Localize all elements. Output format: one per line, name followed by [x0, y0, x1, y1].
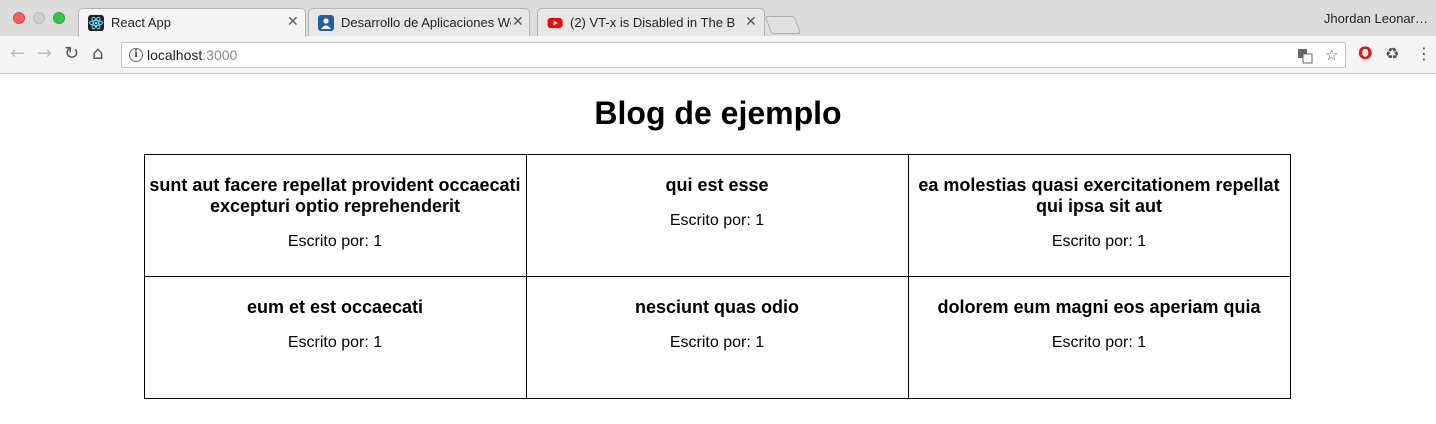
tab-react-app[interactable]: React App ✕: [78, 8, 306, 37]
opera-icon[interactable]: O: [1358, 45, 1372, 63]
recycle-icon[interactable]: ♻: [1385, 45, 1399, 63]
react-icon: [88, 15, 104, 31]
post-title: dolorem eum magni eos aperiam quia: [937, 296, 1261, 317]
post-author: Escrito por: 1: [1051, 333, 1147, 351]
post-author: Escrito por: 1: [669, 211, 765, 229]
post-card: qui est esse Escrito por: 1: [525, 153, 909, 277]
close-tab-icon[interactable]: ✕: [745, 14, 757, 30]
url-host: localhost: [147, 47, 203, 63]
close-window-button[interactable]: [13, 12, 25, 24]
post-card: sunt aut facere repellat provident occae…: [143, 153, 527, 277]
back-arrow-icon[interactable]: ←: [10, 44, 25, 64]
post-title: qui est esse: [665, 174, 769, 195]
posts-grid: sunt aut facere repellat provident occae…: [143, 153, 1291, 399]
post-card: nesciunt quas odio Escrito por: 1: [525, 275, 909, 399]
tab-title: (2) VT-x is Disabled in The Bio: [570, 15, 736, 30]
translate-icon[interactable]: [1297, 46, 1313, 68]
page-title: Blog de ejemplo: [594, 95, 842, 131]
youtube-icon: [547, 15, 563, 31]
url-port: :3000: [202, 47, 238, 63]
post-author: Escrito por: 1: [669, 333, 765, 351]
new-tab-button[interactable]: [764, 16, 802, 34]
star-bookmark-icon[interactable]: ☆: [1325, 46, 1338, 64]
post-card: eum et est occaecati Escrito por: 1: [143, 275, 527, 399]
tab-title: Desarrollo de Aplicaciones We: [341, 15, 511, 30]
address-bar[interactable]: i localhost:3000 ☆: [121, 42, 1346, 68]
post-card: dolorem eum magni eos aperiam quia Escri…: [907, 275, 1291, 399]
close-tab-icon[interactable]: ✕: [512, 14, 524, 30]
tab-youtube[interactable]: (2) VT-x is Disabled in The Bio ✕: [537, 8, 765, 36]
post-author: Escrito por: 1: [1051, 232, 1147, 250]
home-icon[interactable]: ⌂: [92, 44, 103, 64]
reload-icon[interactable]: ↻: [64, 44, 79, 64]
tab-desarrollo[interactable]: Desarrollo de Aplicaciones We ✕: [308, 8, 530, 36]
close-tab-icon[interactable]: ✕: [287, 14, 299, 30]
browser-toolbar: ← → ↻ ⌂ i localhost:3000 ☆ O ♻ ⋮: [0, 36, 1436, 74]
maximize-window-button[interactable]: [53, 12, 65, 24]
forward-arrow-icon[interactable]: →: [37, 44, 52, 64]
post-title: sunt aut facere repellat provident occae…: [149, 174, 521, 216]
info-icon[interactable]: i: [129, 48, 143, 62]
post-author: Escrito por: 1: [287, 232, 383, 250]
minimize-window-button[interactable]: [33, 12, 45, 24]
menu-kebab-icon[interactable]: ⋮: [1416, 45, 1432, 63]
post-card: ea molestias quasi exercitationem repell…: [907, 153, 1291, 277]
tab-strip: React App ✕ Desarrollo de Aplicaciones W…: [0, 0, 1436, 37]
profile-name[interactable]: Jhordan Leonar…: [1324, 11, 1428, 26]
tab-title: React App: [111, 15, 171, 30]
post-title: ea molestias quasi exercitationem repell…: [918, 174, 1280, 216]
post-title: eum et est occaecati: [246, 296, 424, 317]
url-text: localhost:3000: [147, 47, 237, 63]
person-icon: [318, 15, 334, 31]
post-author: Escrito por: 1: [287, 333, 383, 351]
post-title: nesciunt quas odio: [634, 296, 799, 317]
